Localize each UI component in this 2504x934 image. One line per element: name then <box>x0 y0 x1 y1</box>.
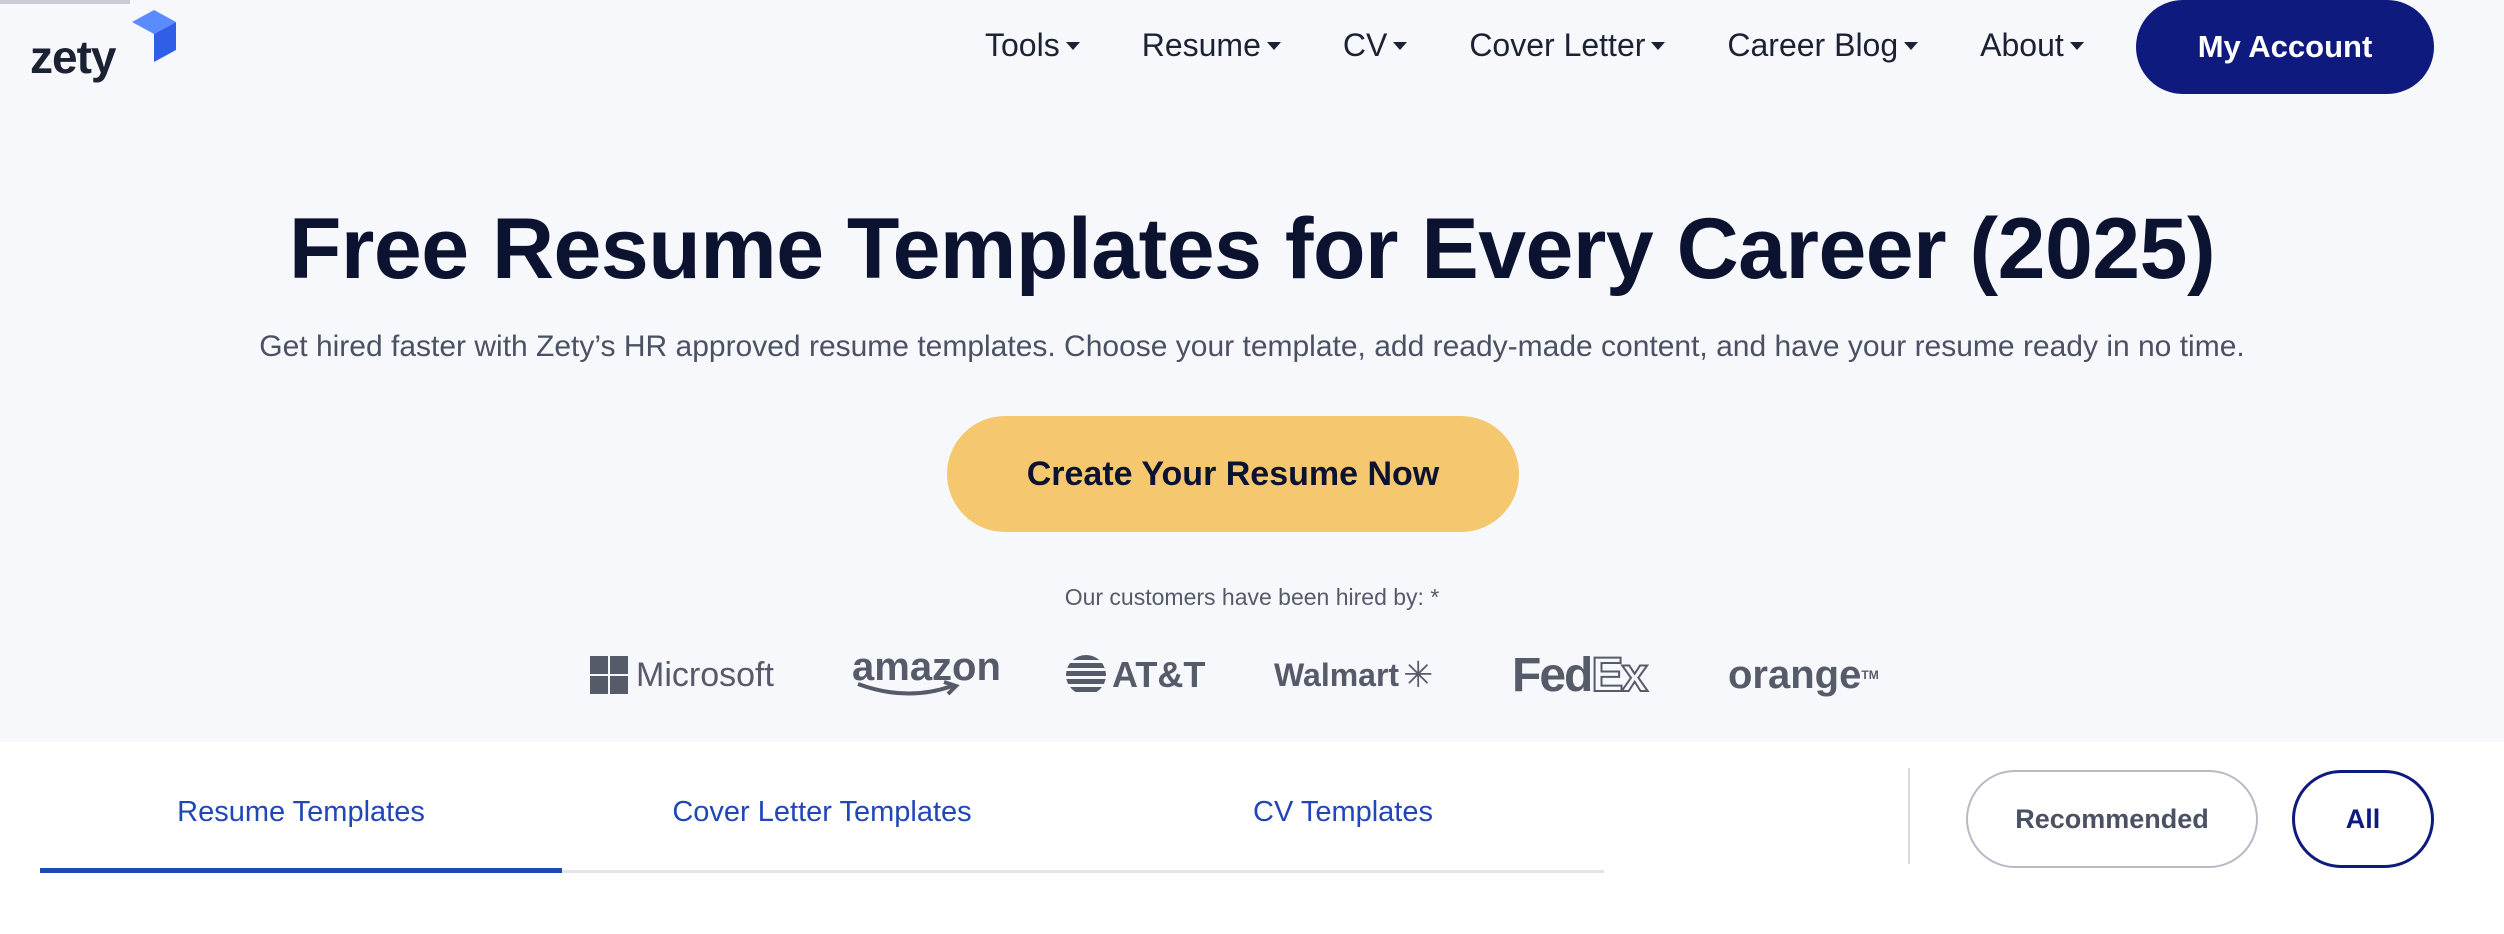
orange-tm: TM <box>1861 668 1879 682</box>
tab-cv-templates[interactable]: CV Templates <box>1082 796 1604 844</box>
fedex-fed: Fed <box>1512 648 1593 702</box>
hired-by-label: Our customers have been hired by: * <box>1064 584 1440 610</box>
create-resume-button[interactable]: Create Your Resume Now <box>947 416 1519 532</box>
orange-logo: orange TM <box>1728 645 1879 705</box>
nav-cover-letter-label: Cover Letter <box>1469 26 1646 63</box>
chevron-down-icon <box>1904 42 1919 50</box>
chevron-down-icon <box>1651 42 1666 50</box>
main-nav: Tools Resume CV Cover Letter Career Blog… <box>985 20 2084 70</box>
walmart-logo: Walmart ✳ <box>1274 645 1433 705</box>
nav-about-label: About <box>1980 26 2064 63</box>
walmart-spark-icon: ✳ <box>1403 654 1434 695</box>
amazon-smile-icon <box>857 680 960 696</box>
chevron-down-icon <box>1065 42 1080 50</box>
logo-wordmark: zety <box>30 31 116 83</box>
logo-cube-icon <box>132 10 176 62</box>
tab-resume-templates[interactable]: Resume Templates <box>40 796 562 844</box>
fedex-ex: Ex <box>1590 648 1649 703</box>
microsoft-windows-icon <box>590 656 628 694</box>
nav-cover-letter[interactable]: Cover Letter <box>1469 26 1666 64</box>
chevron-down-icon <box>1393 42 1408 50</box>
hero-subtitle: Get hired faster with Zety’s HR approved… <box>259 330 2245 363</box>
fedex-logo: Fed Ex <box>1512 645 1649 705</box>
att-logo: AT&T <box>1066 645 1205 705</box>
nav-cv-label: CV <box>1342 26 1388 63</box>
template-tabs-panel: Resume Templates Cover Letter Templates … <box>0 742 2504 934</box>
nav-resume-label: Resume <box>1141 26 1261 63</box>
nav-career-blog-label: Career Blog <box>1727 26 1899 63</box>
nav-cv[interactable]: CV <box>1342 26 1408 64</box>
att-wordmark: AT&T <box>1112 654 1206 695</box>
microsoft-wordmark: Microsoft <box>636 655 774 694</box>
nav-tools[interactable]: Tools <box>985 27 1080 64</box>
att-globe-icon <box>1066 655 1106 695</box>
orange-wordmark: orange <box>1728 652 1862 697</box>
nav-tools-label: Tools <box>985 26 1060 63</box>
nav-resume[interactable]: Resume <box>1142 27 1281 64</box>
walmart-wordmark: Walmart <box>1274 656 1400 693</box>
zety-logo[interactable]: zety <box>30 10 180 83</box>
nav-about[interactable]: About <box>1980 27 2084 64</box>
page-title: Free Resume Templates for Every Career (… <box>288 201 2216 297</box>
site-header: zety Tools Resume CV Cover Letter Career… <box>0 0 2504 94</box>
chevron-down-icon <box>1266 42 1281 50</box>
chevron-down-icon <box>2069 42 2084 50</box>
microsoft-logo: Microsoft <box>590 645 774 705</box>
tab-cover-letter-templates[interactable]: Cover Letter Templates <box>562 796 1082 844</box>
all-filter-button[interactable]: All <box>2292 770 2434 868</box>
my-account-button[interactable]: My Account <box>2136 0 2434 94</box>
nav-career-blog[interactable]: Career Blog <box>1727 26 1919 64</box>
amazon-logo: amazon <box>852 645 1001 705</box>
active-tab-indicator <box>40 868 562 873</box>
recommended-filter-button[interactable]: Recommended <box>1966 770 2258 868</box>
vertical-divider <box>1908 768 1910 864</box>
